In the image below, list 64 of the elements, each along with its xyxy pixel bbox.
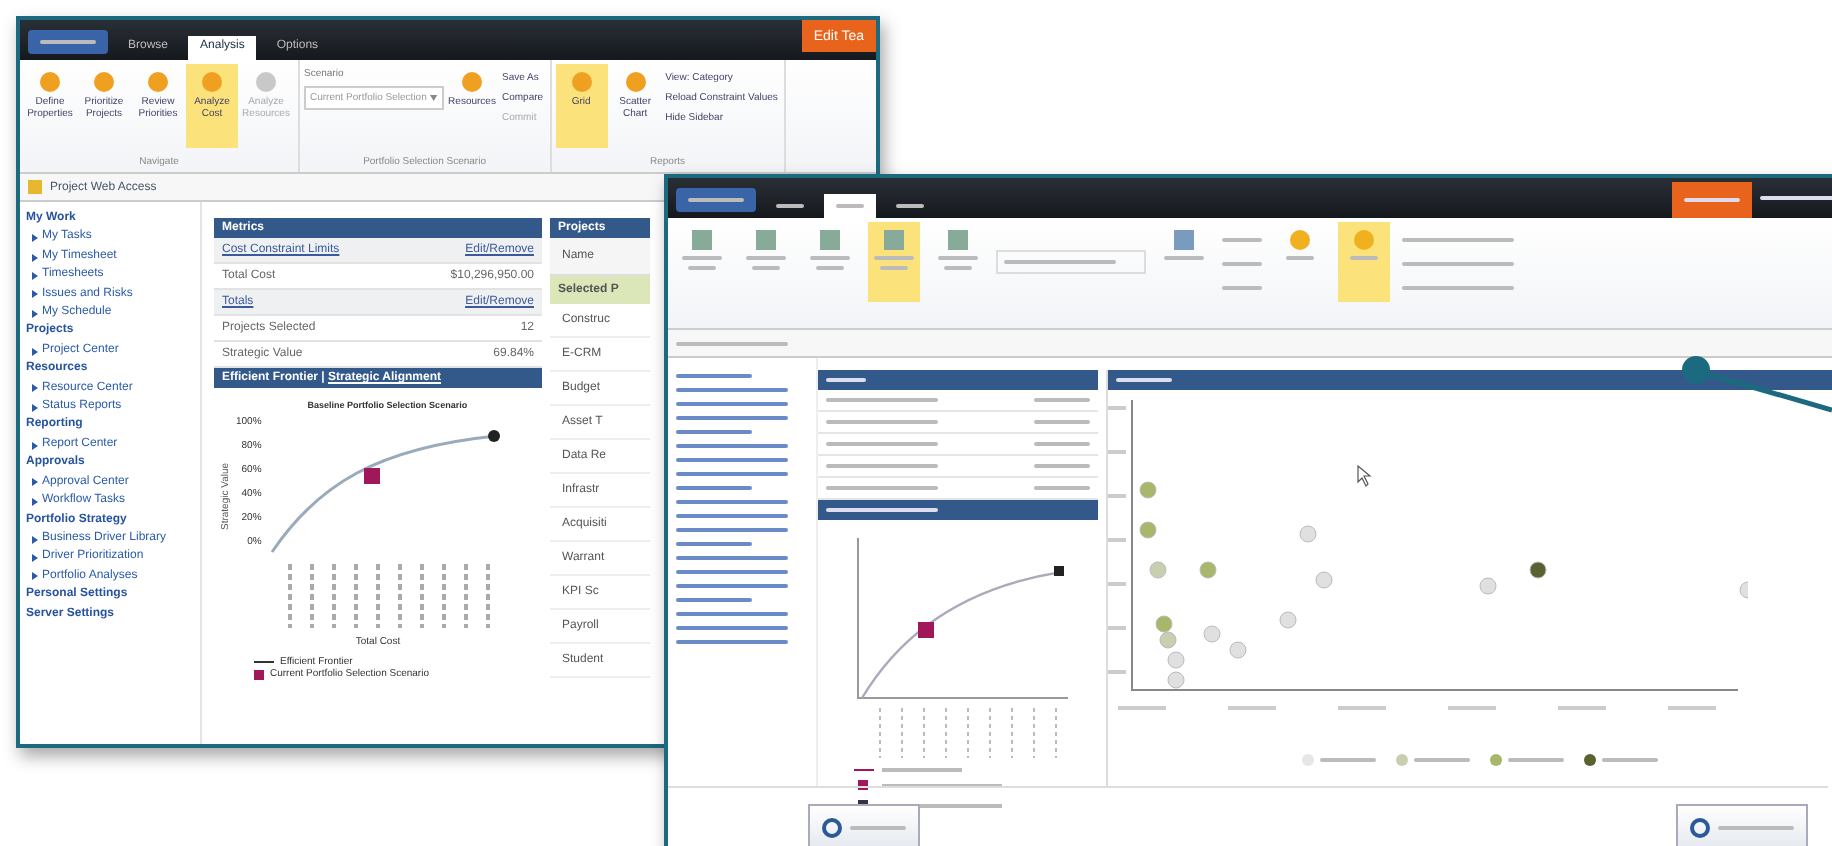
circle-icon (254, 70, 278, 94)
scatter-point (1167, 671, 1185, 689)
circle-icon (1290, 230, 1310, 250)
square-icon (884, 230, 904, 250)
circle-icon (38, 70, 62, 94)
square-icon (820, 230, 840, 250)
bullet-icon (32, 234, 38, 243)
scatter-point (1155, 615, 1173, 633)
ring-icon (1690, 818, 1710, 838)
bullet-icon (32, 347, 38, 356)
scatter-point (1139, 521, 1157, 539)
footer-button[interactable] (808, 804, 920, 846)
scatter-point (1199, 561, 1217, 579)
circle-icon (200, 70, 224, 94)
scatter-point (1229, 641, 1247, 659)
user-menu[interactable] (1760, 190, 1832, 206)
square-icon (692, 230, 712, 250)
scatter-point (1159, 631, 1177, 649)
scatter-point (1299, 525, 1317, 543)
cursor-icon (1357, 464, 1372, 487)
footer-button[interactable] (1676, 804, 1808, 846)
scatter-point (1479, 577, 1497, 595)
caret-icon (430, 94, 438, 102)
current-scenario-marker (918, 622, 934, 638)
ribbon-button[interactable] (1338, 222, 1390, 302)
bullet-icon (32, 403, 38, 412)
circle-icon (460, 70, 484, 94)
current-scenario-marker (363, 468, 380, 484)
scatter-point (1529, 561, 1547, 579)
scatter-point (1167, 651, 1185, 669)
scatter-point (1315, 571, 1333, 589)
circle-icon (623, 70, 648, 94)
bullet-icon (32, 290, 38, 299)
scatter-point (1203, 625, 1221, 643)
bullet-icon (32, 309, 38, 318)
scatter-point (1739, 581, 1748, 599)
bullet-icon (32, 478, 38, 487)
scatter-point (1139, 481, 1157, 499)
bullet-icon (32, 253, 38, 262)
line-legend-icon (254, 658, 274, 666)
app-menu-button[interactable] (28, 30, 108, 54)
line-legend-icon (853, 769, 875, 771)
circle-icon (569, 70, 594, 94)
square-icon (1174, 230, 1194, 250)
scatter-point (1279, 611, 1297, 629)
circle-icon (146, 70, 170, 94)
bullet-icon (32, 554, 38, 563)
bullet-icon (32, 441, 38, 450)
ring-icon (822, 818, 842, 838)
bullet-icon (32, 572, 38, 581)
baseline-marker (487, 430, 500, 442)
circle-icon (1354, 230, 1374, 250)
bullet-icon (32, 271, 38, 280)
square-icon (948, 230, 968, 250)
scenario-dropdown[interactable] (996, 250, 1146, 274)
bullet-icon (32, 384, 38, 393)
square-icon (28, 180, 42, 194)
bullet-icon (32, 497, 38, 506)
baseline-marker (1054, 566, 1064, 576)
square-legend-icon (254, 669, 264, 679)
bullet-icon (32, 535, 38, 544)
square-icon (756, 230, 776, 250)
scatter-point (1149, 561, 1167, 579)
circle-icon (92, 70, 116, 94)
